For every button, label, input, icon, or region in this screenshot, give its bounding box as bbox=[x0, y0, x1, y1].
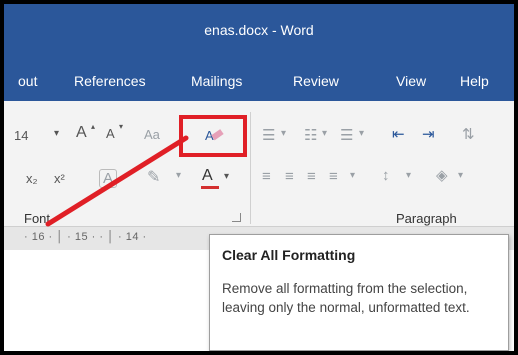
clear-formatting-tooltip: Clear All Formatting Remove all formatti… bbox=[209, 234, 509, 351]
tooltip-title: Clear All Formatting bbox=[222, 247, 356, 263]
tooltip-description: Remove all formatting from the selection… bbox=[222, 281, 470, 315]
screenshot-frame: enas.docx - Word out References Mailings… bbox=[0, 0, 518, 355]
